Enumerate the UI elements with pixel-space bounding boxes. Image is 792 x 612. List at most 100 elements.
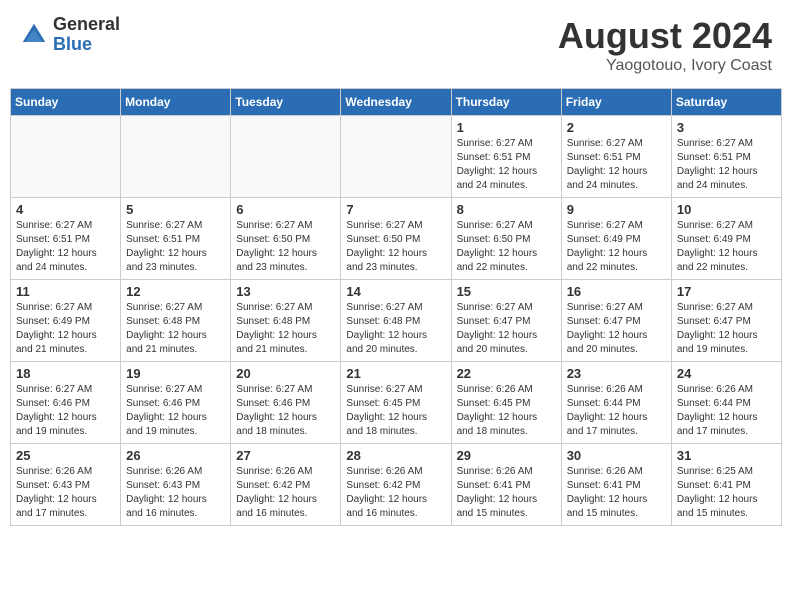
day-number: 8 [457,202,556,217]
day-number: 20 [236,366,335,381]
day-cell: 11 Sunrise: 6:27 AM Sunset: 6:49 PM Dayli… [11,280,121,362]
day-number: 18 [16,366,115,381]
day-number: 29 [457,448,556,463]
day-info: Sunrise: 6:27 AM Sunset: 6:48 PM Dayligh… [346,301,445,357]
day-cell: 25Sunrise: 6:26 AM Sunset: 6:43 PM Dayli… [11,444,121,526]
weekday-header-sunday: Sunday [11,89,121,116]
day-cell: 24Sunrise: 6:26 AM Sunset: 6:44 PM Dayli… [671,362,781,444]
day-cell: 26 Sunrise: 6:26 AM Sunset: 6:43 PM Dayli… [121,444,231,526]
day-info: Sunrise: 6:27 AM Sunset: 6:46 PM Dayligh… [16,383,115,439]
week-row-5: 25 Sunrise: 6:26 AM Sunset: 6:43 PM Dayli… [11,444,782,526]
day-cell: 2Sunrise: 6:27 AM Sunset: 6:51 PM Daylig… [561,116,671,198]
day-number: 25 [16,448,115,463]
logo-blue: Blue [53,35,120,55]
day-cell: 27 Sunrise: 6:26 AM Sunset: 6:42 PM Dayli… [231,444,341,526]
weekday-header-wednesday: Wednesday [341,89,451,116]
day-number: 12 [126,284,225,299]
day-cell: 5 Sunrise: 6:27 AM Sunset: 6:51 PM Daylig… [121,198,231,280]
weekday-header-friday: Friday [561,89,671,116]
day-info: Sunrise: 6:26 AM Sunset: 6:41 PM Dayligh… [457,465,556,521]
day-info: Sunrise: 6:27 AM Sunset: 6:48 PM Dayligh… [236,301,335,357]
day-info: Sunrise: 6:27 AM Sunset: 6:47 PM Dayligh… [677,301,776,357]
day-cell: 12 Sunrise: 6:27 AM Sunset: 6:48 PM Dayli… [121,280,231,362]
day-cell: 15Sunrise: 6:27 AM Sunset: 6:47 PM Dayli… [451,280,561,362]
day-cell: 8 Sunrise: 6:27 AM Sunset: 6:50 PM Daylig… [451,198,561,280]
day-number: 6 [236,202,335,217]
logo: General Blue [20,15,120,55]
day-number: 30 [567,448,666,463]
day-info: Sunrise: 6:27 AM Sunset: 6:45 PM Dayligh… [346,383,445,439]
day-cell: 14 Sunrise: 6:27 AM Sunset: 6:48 PM Dayli… [341,280,451,362]
day-cell [231,116,341,198]
day-cell: 28 Sunrise: 6:26 AM Sunset: 6:42 PM Dayli… [341,444,451,526]
day-cell: 18 Sunrise: 6:27 AM Sunset: 6:46 PM Dayli… [11,362,121,444]
day-cell: 16 Sunrise: 6:27 AM Sunset: 6:47 PM Dayli… [561,280,671,362]
day-cell: 4 Sunrise: 6:27 AM Sunset: 6:51 PM Daylig… [11,198,121,280]
day-number: 13 [236,284,335,299]
day-cell: 17 Sunrise: 6:27 AM Sunset: 6:47 PM Dayli… [671,280,781,362]
day-info: Sunrise: 6:27 AM Sunset: 6:49 PM Dayligh… [677,219,776,275]
day-info: Sunrise: 6:27 AM Sunset: 6:50 PM Dayligh… [457,219,556,275]
day-number: 21 [346,366,445,381]
day-number: 14 [346,284,445,299]
day-info: Sunrise: 6:25 AM Sunset: 6:41 PM Dayligh… [677,465,776,521]
day-info: Sunrise: 6:26 AM Sunset: 6:42 PM Dayligh… [236,465,335,521]
day-cell: 1 Sunrise: 6:27 AM Sunset: 6:51 PM Daylig… [451,116,561,198]
day-cell: 10Sunrise: 6:27 AM Sunset: 6:49 PM Dayli… [671,198,781,280]
day-number: 19 [126,366,225,381]
day-cell: 31 Sunrise: 6:25 AM Sunset: 6:41 PM Dayli… [671,444,781,526]
day-number: 24 [677,366,776,381]
day-number: 4 [16,202,115,217]
day-cell: 30 Sunrise: 6:26 AM Sunset: 6:41 PM Dayli… [561,444,671,526]
day-info: Sunrise: 6:27 AM Sunset: 6:51 PM Dayligh… [126,219,225,275]
day-number: 17 [677,284,776,299]
day-number: 3 [677,120,776,135]
day-info: Sunrise: 6:27 AM Sunset: 6:51 PM Dayligh… [16,219,115,275]
weekday-header-thursday: Thursday [451,89,561,116]
day-cell [121,116,231,198]
calendar-table: SundayMondayTuesdayWednesdayThursdayFrid… [10,88,782,526]
day-number: 27 [236,448,335,463]
day-info: Sunrise: 6:27 AM Sunset: 6:49 PM Dayligh… [16,301,115,357]
day-cell: 3Sunrise: 6:27 AM Sunset: 6:51 PM Daylig… [671,116,781,198]
day-cell: 6Sunrise: 6:27 AM Sunset: 6:50 PM Daylig… [231,198,341,280]
day-number: 16 [567,284,666,299]
day-info: Sunrise: 6:26 AM Sunset: 6:42 PM Dayligh… [346,465,445,521]
day-number: 22 [457,366,556,381]
day-info: Sunrise: 6:27 AM Sunset: 6:47 PM Dayligh… [567,301,666,357]
day-cell: 19 Sunrise: 6:27 AM Sunset: 6:46 PM Dayli… [121,362,231,444]
day-info: Sunrise: 6:27 AM Sunset: 6:49 PM Dayligh… [567,219,666,275]
logo-icon [20,21,48,49]
day-number: 23 [567,366,666,381]
day-info: Sunrise: 6:26 AM Sunset: 6:45 PM Dayligh… [457,383,556,439]
day-number: 5 [126,202,225,217]
day-info: Sunrise: 6:27 AM Sunset: 6:46 PM Dayligh… [126,383,225,439]
title-block: August 2024 Yaogotouo, Ivory Coast [558,15,772,75]
day-number: 28 [346,448,445,463]
day-cell [11,116,121,198]
day-info: Sunrise: 6:27 AM Sunset: 6:48 PM Dayligh… [126,301,225,357]
day-cell: 29 Sunrise: 6:26 AM Sunset: 6:41 PM Dayli… [451,444,561,526]
day-number: 31 [677,448,776,463]
day-info: Sunrise: 6:27 AM Sunset: 6:46 PM Dayligh… [236,383,335,439]
day-info: Sunrise: 6:27 AM Sunset: 6:51 PM Dayligh… [457,137,556,193]
day-number: 9 [567,202,666,217]
day-info: Sunrise: 6:27 AM Sunset: 6:50 PM Dayligh… [346,219,445,275]
day-number: 7 [346,202,445,217]
day-info: Sunrise: 6:26 AM Sunset: 6:43 PM Dayligh… [126,465,225,521]
weekday-header-monday: Monday [121,89,231,116]
week-row-4: 18 Sunrise: 6:27 AM Sunset: 6:46 PM Dayli… [11,362,782,444]
day-number: 26 [126,448,225,463]
page-header: General Blue August 2024 Yaogotouo, Ivor… [10,10,782,80]
day-info: Sunrise: 6:27 AM Sunset: 6:47 PM Dayligh… [457,301,556,357]
day-info: Sunrise: 6:26 AM Sunset: 6:41 PM Dayligh… [567,465,666,521]
day-number: 2 [567,120,666,135]
weekday-header-tuesday: Tuesday [231,89,341,116]
day-number: 11 [16,284,115,299]
day-number: 1 [457,120,556,135]
month-year: August 2024 [558,15,772,57]
day-cell: 9 Sunrise: 6:27 AM Sunset: 6:49 PM Daylig… [561,198,671,280]
logo-general: General [53,15,120,35]
logo-text: General Blue [53,15,120,55]
day-cell [341,116,451,198]
